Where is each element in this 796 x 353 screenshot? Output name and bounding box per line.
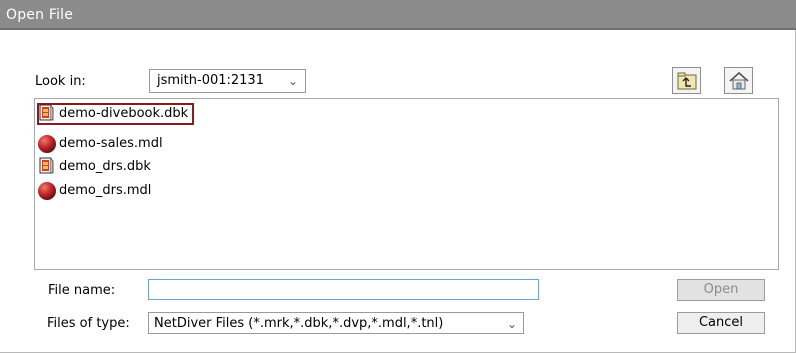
file-item[interactable]: demo_drs.mdl: [37, 180, 151, 202]
look-in-label: Look in:: [35, 74, 86, 89]
file-item[interactable]: demo_drs.dbk: [37, 156, 151, 178]
files-of-type-label: Files of type:: [47, 316, 130, 331]
chevron-down-icon: ⌄: [287, 74, 298, 88]
home-icon: [729, 71, 749, 90]
file-name-label: File name:: [48, 283, 116, 298]
file-type-value: NetDiver Files (*.mrk,*.dbk,*.dvp,*.mdl,…: [154, 316, 444, 331]
divebook-icon: [38, 104, 55, 126]
model-ball-icon: [38, 134, 58, 158]
file-name: demo_drs.dbk: [59, 159, 151, 174]
divebook-icon: [38, 157, 55, 179]
file-name: demo-divebook.dbk: [59, 106, 189, 121]
up-folder-button[interactable]: [672, 67, 701, 94]
file-item[interactable]: demo-sales.mdl: [37, 133, 163, 155]
file-name: demo_drs.mdl: [59, 183, 152, 198]
file-type-dropdown[interactable]: NetDiver Files (*.mrk,*.dbk,*.dvp,*.mdl,…: [148, 312, 524, 334]
window-title: Open File: [6, 7, 74, 23]
file-item[interactable]: demo-divebook.dbk: [37, 103, 195, 126]
look-in-dropdown[interactable]: jsmith-001:2131 ⌄: [149, 69, 306, 93]
title-bar[interactable]: Open File: [0, 0, 796, 30]
chevron-down-icon: ⌄: [506, 317, 517, 331]
open-file-dialog: Open File Look in: jsmith-001:2131 ⌄ dem…: [0, 0, 796, 353]
file-name-input[interactable]: [148, 279, 539, 300]
open-button[interactable]: Open: [677, 279, 765, 301]
cancel-button[interactable]: Cancel: [677, 312, 765, 334]
up-folder-icon: [677, 72, 697, 90]
model-ball-icon: [38, 181, 58, 205]
home-button[interactable]: [724, 67, 753, 94]
look-in-value: jsmith-001:2131: [157, 73, 264, 88]
file-name: demo-sales.mdl: [59, 136, 163, 151]
file-list[interactable]: demo-divebook.dbk demo-sales.mdl demo_dr…: [34, 98, 779, 270]
